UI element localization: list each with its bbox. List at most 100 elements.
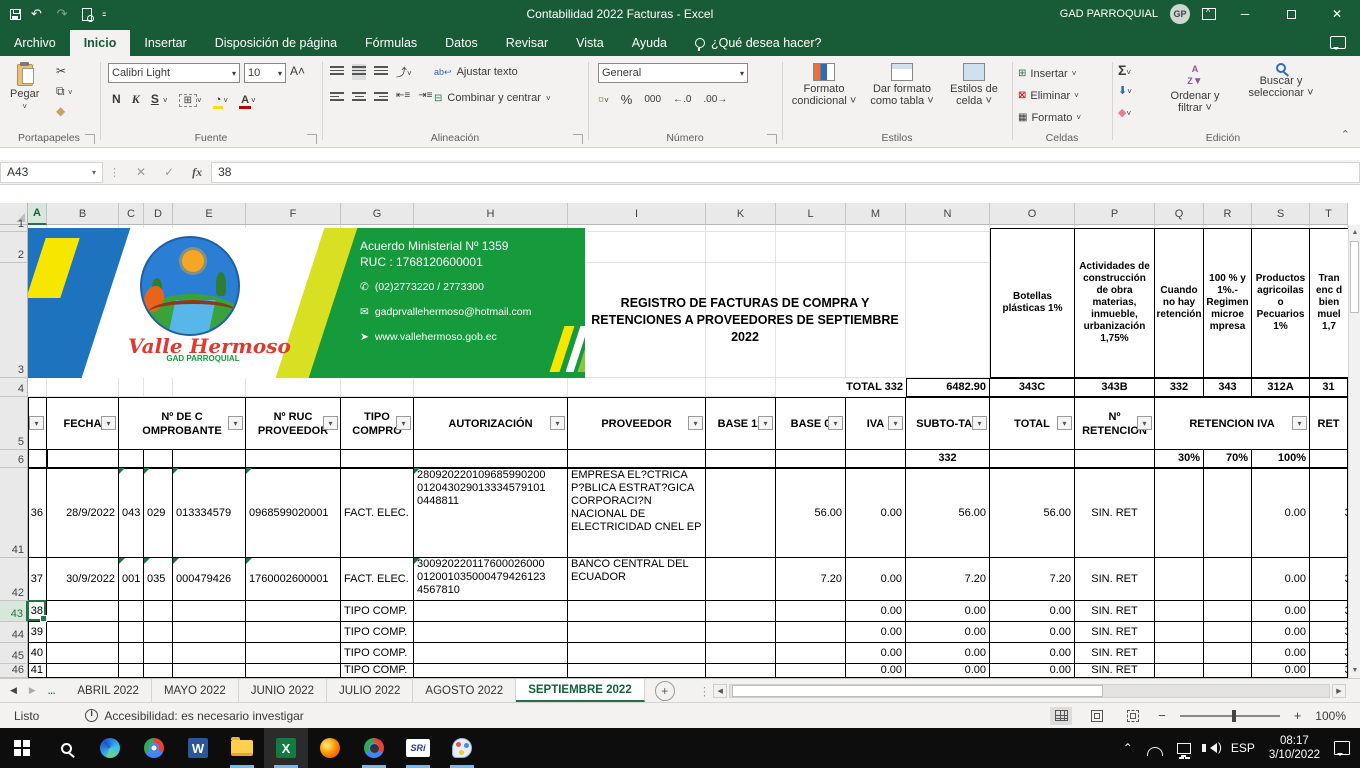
cell-D43[interactable] — [144, 601, 173, 622]
percent-style-icon[interactable]: % — [621, 92, 633, 107]
cell-P41[interactable]: SIN. RET — [1075, 468, 1155, 558]
subheader-T[interactable] — [1310, 450, 1348, 468]
cell-M42[interactable]: 0.00 — [846, 558, 906, 601]
cell-L44[interactable] — [776, 622, 846, 643]
subheader-B[interactable] — [47, 450, 119, 468]
cell-M41[interactable]: 0.00 — [846, 468, 906, 558]
close-button[interactable]: ✕ — [1320, 0, 1354, 28]
cell-H4[interactable] — [414, 378, 568, 397]
subheader-A[interactable] — [28, 450, 47, 468]
menu-tab-revisar[interactable]: Revisar — [492, 30, 562, 56]
code-cell-R[interactable]: 343 — [1204, 378, 1252, 397]
align-right-icon[interactable] — [374, 90, 388, 103]
cell-E46[interactable] — [173, 664, 246, 678]
cell-O44[interactable]: 0.00 — [990, 622, 1075, 643]
cell-B45[interactable] — [47, 643, 119, 664]
row-header-5[interactable]: 5 — [0, 397, 28, 450]
column-header-M[interactable]: M — [846, 203, 906, 225]
enter-icon[interactable]: ✓ — [155, 165, 183, 179]
cell-D42[interactable]: 035 — [144, 558, 173, 601]
volume-icon[interactable] — [1205, 743, 1217, 753]
cell-O46[interactable]: 0.00 — [990, 664, 1075, 678]
numero-dialog-launcher[interactable] — [767, 134, 777, 144]
format-cells-button[interactable]: ▦Formato˅ — [1018, 108, 1081, 127]
cell-Q42[interactable] — [1155, 558, 1204, 601]
taskbar-chrome-2[interactable] — [352, 728, 396, 768]
cell-P46[interactable]: SIN. RET — [1075, 664, 1155, 678]
cancel-icon[interactable]: ✕ — [127, 165, 155, 179]
cell-N43[interactable]: 0.00 — [906, 601, 990, 622]
customize-qat-icon[interactable]: ⹀ — [102, 5, 106, 23]
vertical-scroll-thumb[interactable] — [1350, 241, 1359, 313]
cell-F45[interactable] — [246, 643, 341, 664]
align-bottom-icon[interactable] — [374, 64, 388, 80]
cell-E4[interactable] — [173, 378, 246, 397]
subheader-D[interactable] — [144, 450, 173, 468]
subheader-Q[interactable]: 30% — [1155, 450, 1204, 468]
filter-dropdown-icon-B[interactable]: ▾ — [101, 416, 116, 430]
insert-cells-button[interactable]: ⊞Insertar˅ — [1018, 64, 1076, 83]
cell-L46[interactable] — [776, 664, 846, 678]
show-hidden-icons[interactable]: ⌃ — [1123, 741, 1133, 755]
accounting-format-icon[interactable]: ¤˅ — [598, 94, 609, 106]
code-cell-O[interactable]: 343C — [990, 378, 1075, 397]
menu-tab-disposici-n-de-p-gina[interactable]: Disposición de página — [201, 30, 351, 56]
cell-M1[interactable] — [846, 225, 906, 232]
cell-E43[interactable] — [173, 601, 246, 622]
cell-T43[interactable]: 332 — [1310, 601, 1348, 622]
cell-K46[interactable] — [706, 664, 776, 678]
taskbar-chrome[interactable] — [132, 728, 176, 768]
subheader-F[interactable] — [246, 450, 341, 468]
avatar[interactable]: GP — [1170, 4, 1190, 24]
zoom-in-icon[interactable]: + — [1294, 708, 1302, 723]
zoom-slider[interactable] — [1180, 715, 1280, 717]
align-middle-icon[interactable] — [352, 64, 366, 80]
cell-G41[interactable]: FACT. ELEC. — [341, 468, 414, 558]
italic-button[interactable]: K — [128, 91, 144, 107]
clock[interactable]: 08:173/10/2022 — [1269, 734, 1320, 762]
cell-T42[interactable]: 332 — [1310, 558, 1348, 601]
cell-D44[interactable] — [144, 622, 173, 643]
cell-L43[interactable] — [776, 601, 846, 622]
cell-P45[interactable]: SIN. RET — [1075, 643, 1155, 664]
filter-dropdown-icon-G[interactable]: ▾ — [396, 416, 411, 430]
column-header-K[interactable]: K — [706, 203, 776, 225]
column-header-N[interactable]: N — [906, 203, 990, 225]
filter-dropdown-icon-H[interactable]: ▾ — [550, 416, 565, 430]
cell-C45[interactable] — [119, 643, 144, 664]
cell-H42[interactable]: 300920220117600026000 012001035000479426… — [414, 558, 568, 601]
cell-C43[interactable] — [119, 601, 144, 622]
row-header-45[interactable]: 45 — [0, 643, 28, 664]
row-header-42[interactable]: 42 — [0, 558, 28, 601]
cell-D4[interactable] — [144, 378, 173, 397]
cell-L1[interactable] — [776, 225, 846, 232]
menu-tab-vista[interactable]: Vista — [562, 30, 618, 56]
align-center-icon[interactable] — [352, 90, 366, 103]
font-size-combo[interactable]: 10▾ — [244, 63, 286, 83]
cell-C44[interactable] — [119, 622, 144, 643]
onedrive-icon[interactable] — [1147, 747, 1163, 756]
cell-I45[interactable] — [568, 643, 706, 664]
filter-dropdown-icon-L[interactable]: ▾ — [828, 416, 843, 430]
cell-N2[interactable] — [906, 232, 990, 263]
decrease-decimal-icon[interactable]: .00→ — [703, 94, 727, 105]
cell-F42[interactable]: 1760002600001 — [246, 558, 341, 601]
filter-dropdown-icon-C[interactable]: ▾ — [228, 416, 243, 430]
filter-header-I[interactable]: PROVEEDOR — [568, 397, 706, 450]
comma-style-icon[interactable]: 000 — [644, 94, 661, 105]
row-header-6[interactable]: 6 — [0, 450, 28, 468]
subheader-L[interactable] — [776, 450, 846, 468]
menu-tab-ayuda[interactable]: Ayuda — [618, 30, 681, 56]
cell-M46[interactable]: 0.00 — [846, 664, 906, 678]
font-name-combo[interactable]: Calibri Light▾ — [108, 63, 240, 83]
cell-P44[interactable]: SIN. RET — [1075, 622, 1155, 643]
cell-G42[interactable]: FACT. ELEC. — [341, 558, 414, 601]
cell-G46[interactable]: TIPO COMP. — [341, 664, 414, 678]
cell-A44[interactable]: 39 — [28, 622, 47, 643]
cell-R44[interactable] — [1204, 622, 1252, 643]
cell-F41[interactable]: 0968599020001 — [246, 468, 341, 558]
print-preview-icon[interactable] — [82, 8, 92, 21]
cell-G45[interactable]: TIPO COMP. — [341, 643, 414, 664]
cell-F46[interactable] — [246, 664, 341, 678]
sheet-tab-agosto-2022[interactable]: AGOSTO 2022 — [413, 679, 516, 702]
